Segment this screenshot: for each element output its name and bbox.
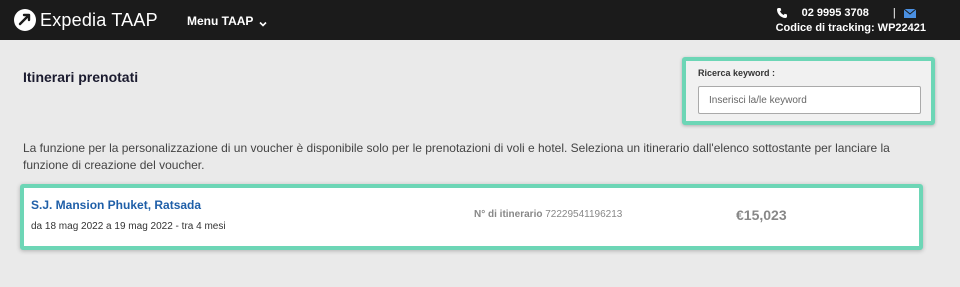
contact-info: 02 9995 3708 | Codice di tracking: WP224… [776, 6, 926, 34]
chevron-down-icon [259, 17, 268, 27]
tracking-code: Codice di tracking: WP22421 [775, 22, 926, 34]
menu-label: Menu TAAP [187, 14, 254, 28]
mail-icon[interactable] [903, 8, 917, 18]
voucher-info-text: La funzione per la personalizzazione di … [23, 141, 890, 172]
search-label: Ricerca keyword : [698, 68, 776, 78]
separator: | [892, 7, 896, 19]
phone-icon [776, 7, 788, 19]
phone-number[interactable]: 02 9995 3708 [802, 7, 869, 19]
expedia-logo[interactable]: Expedia TAAP [14, 9, 158, 31]
top-navigation-bar: Expedia TAAP Menu TAAP 02 9995 3708 | Co… [0, 0, 960, 40]
itinerary-number-value: 72229541196213 [545, 209, 623, 220]
itinerary-number: N° di itinerario 72229541196213 [474, 209, 622, 220]
keyword-search-input[interactable] [698, 86, 921, 114]
page-title: Itinerari prenotati [23, 69, 139, 85]
itinerary-price: €15,023 [736, 207, 787, 223]
expedia-logo-icon [14, 9, 36, 31]
itinerary-card[interactable]: S.J. Mansion Phuket, Ratsada da 18 mag 2… [20, 184, 923, 250]
itinerary-number-label: N° di itinerario [474, 209, 543, 220]
keyword-search-panel: Ricerca keyword : [682, 57, 935, 125]
stay-dates: da 18 mag 2022 a 19 mag 2022 - tra 4 mes… [31, 221, 226, 232]
brand-name: Expedia TAAP [40, 9, 158, 30]
hotel-name-link[interactable]: S.J. Mansion Phuket, Ratsada [31, 198, 201, 212]
menu-taap-dropdown[interactable]: Menu TAAP [187, 14, 268, 28]
